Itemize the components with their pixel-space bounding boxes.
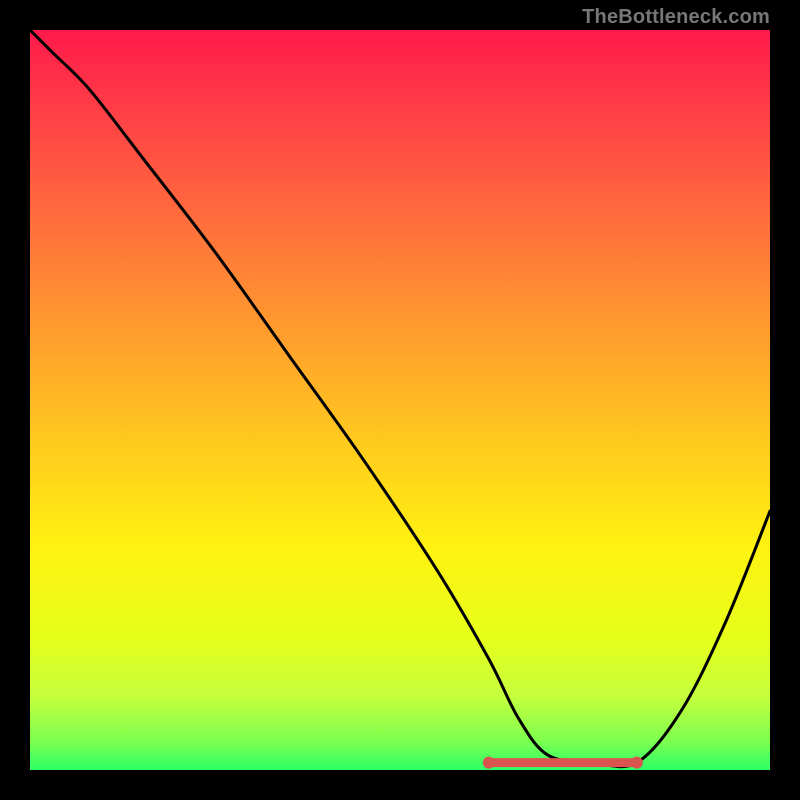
gradient-background: [30, 30, 770, 770]
floor-endpoint-left: [483, 757, 495, 769]
chart-frame: [30, 30, 770, 770]
floor-endpoint-right: [631, 757, 643, 769]
bottleneck-chart: [30, 30, 770, 770]
watermark-text: TheBottleneck.com: [582, 6, 770, 29]
